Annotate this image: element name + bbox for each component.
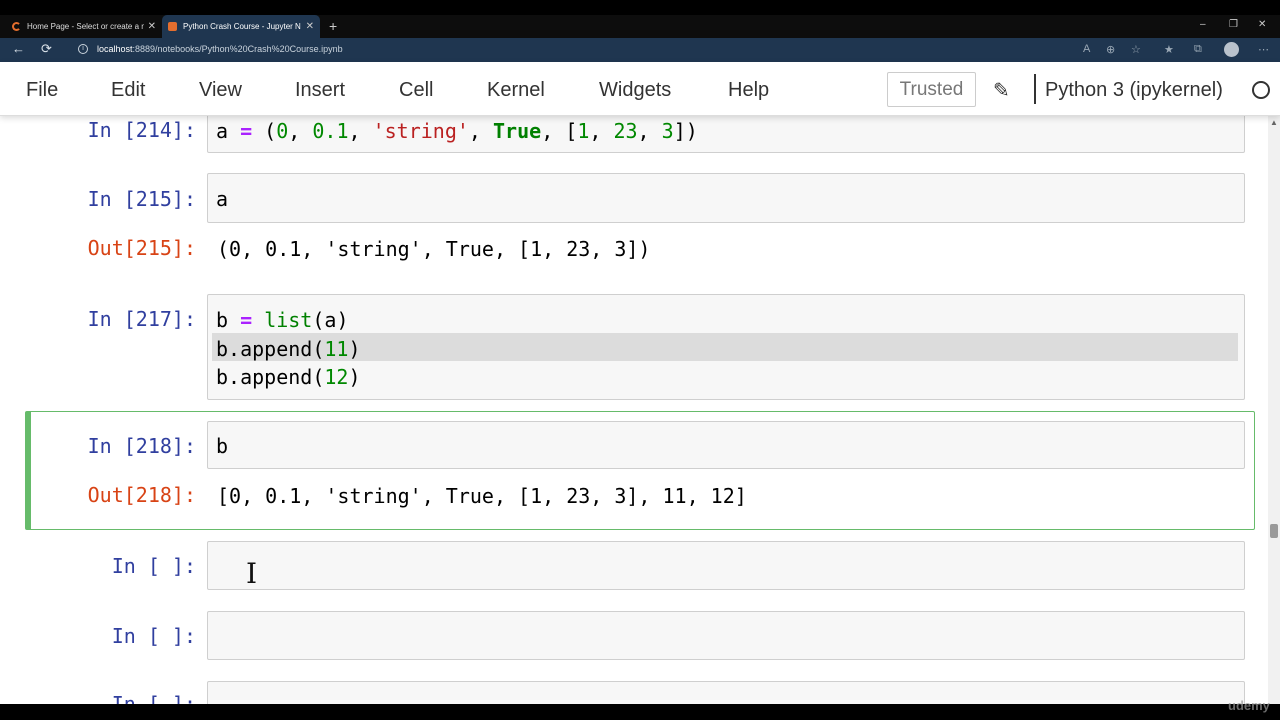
input-prompt: In [218]: [87,434,196,458]
favorites-icon[interactable]: ★ [1164,43,1174,56]
close-tab-icon[interactable]: ✕ [306,21,314,32]
code-line: a [216,187,229,211]
input-prompt: In [217]: [87,307,196,331]
favorite-icon[interactable]: ☆ [1131,43,1141,56]
edit-mode-pencil-icon: ✎ [993,80,1010,102]
browser-tab-bar: Home Page - Select or create a n ✕ Pytho… [0,15,1280,38]
code-line: b.append(12) [216,365,361,389]
input-prompt: In [ ]: [111,554,196,578]
read-aloud-icon[interactable]: A [1083,43,1090,55]
separator [1034,74,1036,104]
menu-cell[interactable]: Cell [399,79,433,102]
notebook-scrollbar[interactable] [1268,116,1280,704]
menu-insert[interactable]: Insert [295,79,345,102]
site-info-icon[interactable]: i [78,44,88,54]
scroll-up-arrow-icon[interactable]: ▲ [1270,118,1278,127]
menu-edit[interactable]: Edit [111,79,145,102]
menu-view[interactable]: View [199,79,242,102]
address-bar: ← ⟳ i localhost:8889/notebooks/Python%20… [0,38,1280,62]
tab-title: Python Crash Course - Jupyter N [183,22,301,31]
code-line: a = (0, 0.1, 'string', True, [1, 23, 3]) [216,119,698,143]
close-tab-icon[interactable]: ✕ [148,21,156,32]
input-prompt: In [ ]: [111,692,196,704]
more-menu-icon[interactable]: ⋯ [1258,43,1269,56]
url-path: :8889/notebooks/Python%20Crash%20Course.… [132,44,343,54]
watermark: udemy [1228,698,1270,713]
browser-tab-home[interactable]: Home Page - Select or create a n ✕ [6,15,162,38]
cell-output: [0, 0.1, 'string', True, [1, 23, 3], 11,… [217,484,747,508]
input-prompt: In [215]: [87,187,196,211]
collections-icon[interactable]: ⧉ [1194,43,1202,56]
code-cell-input[interactable]: a [207,173,1245,223]
bottom-bar [0,704,1280,720]
kernel-name[interactable]: Python 3 (ipykernel) [1045,79,1223,102]
code-cell-input[interactable] [207,611,1245,660]
output-prompt: Out[215]: [87,236,196,260]
code-line: b [216,434,229,458]
code-line: b.append(11) [216,337,361,361]
notebook-favicon-icon [168,22,177,31]
code-cell-input[interactable]: b = list(a) b.append(11) b.append(12) [207,294,1245,400]
trusted-indicator[interactable]: Trusted [887,72,976,107]
jupyter-menubar: File Edit View Insert Cell Kernel Widget… [0,62,1280,116]
minimize-button[interactable]: – [1200,19,1206,30]
input-prompt: In [214]: [87,118,196,142]
menu-kernel[interactable]: Kernel [487,79,545,102]
window-close-button[interactable]: ✕ [1258,19,1266,30]
zoom-icon[interactable]: ⊕ [1106,43,1115,56]
new-tab-button[interactable]: + [329,18,337,34]
refresh-icon[interactable]: ⟳ [41,41,52,57]
code-line: b = list(a) [216,308,349,332]
code-cell-input[interactable] [207,681,1245,704]
url-field[interactable]: i localhost:8889/notebooks/Python%20Cras… [78,44,343,54]
jupyter-favicon-icon [12,22,21,31]
restore-button[interactable]: ❐ [1229,19,1238,30]
tab-title: Home Page - Select or create a n [27,22,144,31]
menu-file[interactable]: File [26,79,58,102]
menu-widgets[interactable]: Widgets [599,79,671,102]
active-line-highlight [212,333,1238,361]
back-arrow-icon[interactable]: ← [12,41,25,56]
browser-tab-notebook[interactable]: Python Crash Course - Jupyter N ✕ [162,15,320,38]
scrollbar-thumb[interactable] [1270,524,1278,538]
kernel-idle-icon [1252,81,1270,99]
text-cursor-icon: I [246,557,258,590]
url-host: localhost [97,44,133,54]
notebook-container: In [214]: a = (0, 0.1, 'string', True, [… [0,116,1280,704]
code-cell-input[interactable] [207,541,1245,590]
input-prompt: In [ ]: [111,624,196,648]
menu-help[interactable]: Help [728,79,769,102]
profile-avatar[interactable] [1224,42,1239,57]
cell-output: (0, 0.1, 'string', True, [1, 23, 3]) [217,237,651,261]
code-cell-input[interactable]: b [207,421,1245,469]
output-prompt: Out[218]: [87,483,196,507]
code-cell-input[interactable]: a = (0, 0.1, 'string', True, [1, 23, 3]) [207,116,1245,153]
